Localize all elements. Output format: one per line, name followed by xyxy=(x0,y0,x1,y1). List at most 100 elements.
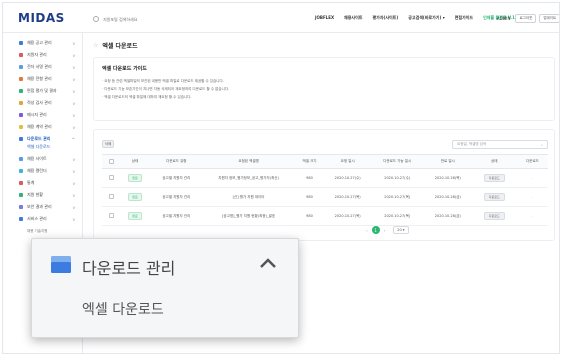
logout-button[interactable]: 로그아웃 xyxy=(515,14,537,23)
chevron-down-icon: v xyxy=(72,76,75,82)
zoom-callout: 다운로드 관리 엑셀 다운로드 xyxy=(31,238,299,338)
extra-cell: - xyxy=(531,195,534,199)
sidebar-item-label: 전자 서명 관리 xyxy=(27,64,52,69)
download-folder-icon xyxy=(51,256,71,273)
callout-submenu-item[interactable]: 엑셀 다운로드 xyxy=(82,299,164,319)
table-cell: 공고별 지원자 관리 xyxy=(149,187,204,207)
table-cell: 공고별 지원자 관리 xyxy=(149,206,204,226)
sidebar-item[interactable]: 통계 v xyxy=(19,179,79,187)
sidebar-subitem-excel-download[interactable]: 엑셀 다운로드 xyxy=(27,144,50,150)
download-button[interactable]: 다운로드 xyxy=(483,193,505,201)
table-cell: 980 xyxy=(294,187,325,207)
sidebar-item-label: 지원 현황 xyxy=(27,192,43,197)
row-checkbox[interactable] xyxy=(108,213,114,218)
chevron-down-icon: v xyxy=(72,52,75,58)
col-header-state: 상태 xyxy=(471,154,517,169)
col-header-status: 상태 xyxy=(120,154,150,169)
prev-page-button[interactable]: ‹ xyxy=(366,228,368,233)
table-row: 완료 공고별 지원자 관리 지원자 정보_평가정보_공고_평가자(최신) 980 202… xyxy=(102,168,548,188)
search-icon[interactable]: ⌕ xyxy=(541,143,543,147)
nav-item-jobflex[interactable]: JOBFLEX xyxy=(315,15,334,21)
table-cell: 2020.10.28(금) xyxy=(424,187,472,207)
next-page-button[interactable]: › xyxy=(384,228,386,233)
select-all-checkbox[interactable] xyxy=(108,158,114,164)
table-cell: 다운로드 xyxy=(471,206,517,226)
sidebar-item-label: 채용 캘린더 xyxy=(27,168,47,173)
search-icon xyxy=(93,16,99,22)
menu-icon xyxy=(19,181,23,185)
download-button[interactable]: 다운로드 xyxy=(483,212,505,220)
menu-icon xyxy=(19,89,23,93)
menu-icon xyxy=(19,157,23,161)
col-header-download: 다운로드 xyxy=(516,154,548,169)
filter-input[interactable]: 요청일, 엑셀명 검색 ⌕ xyxy=(452,140,548,149)
nav-item-interview-guide[interactable]: 면접가이드 xyxy=(455,15,473,21)
sidebar-item[interactable]: 채용 계약 관리 v xyxy=(19,123,79,131)
sidebar-item-label: 지원자 관리 xyxy=(27,52,47,57)
sidebar-item-label: 채용 계약 관리 xyxy=(27,124,52,129)
table-cell: 2020.10.28(목) xyxy=(424,168,472,188)
table-cell: 지원자 정보_평가정보_공고_평가자(최신) xyxy=(203,168,294,188)
sidebar-item[interactable]: 지원자 관리 v xyxy=(19,51,79,59)
chevron-up-icon[interactable] xyxy=(259,256,277,270)
search-input[interactable] xyxy=(103,16,203,22)
sidebar-item[interactable]: 채용 사이트 v xyxy=(19,155,79,163)
sidebar-item[interactable]: 다운로드 관리 ^ xyxy=(19,135,79,143)
table-cell: [신] 평가 지원 데이터 xyxy=(203,187,294,207)
sidebar-item-label: 서비스 관리 xyxy=(27,216,47,221)
table-cell: 980 xyxy=(294,168,325,188)
sidebar-item[interactable]: 채용 전형 관리 v xyxy=(19,75,79,83)
download-table: 상태 다운로드 유형 요청된 엑셀명 엑셀 크기 요청 일시 다운로드 가능 일… xyxy=(102,154,548,226)
table-cell: [공고명]_평가 지원 현황(최종)_발표 xyxy=(203,206,294,226)
guide-heading: 엑셀 다운로드 가이드 xyxy=(102,66,147,72)
table-cell: 다운로드 xyxy=(471,168,517,188)
guide-line: · 엑셀 다운로드의 엑셀 파일에 대하여 재요청 할 수 있습니다. xyxy=(102,95,192,99)
guide-line: · 다운로드 기능 보존기간이 지나면 자동 삭제되어 재요청하여 다운로드 할… xyxy=(102,87,230,91)
col-header-size: 엑셀 크기 xyxy=(294,154,325,169)
sidebar-footer-text: 채용 기술지원 xyxy=(27,229,48,233)
sidebar-item[interactable]: 면접 평가 및 결과 v xyxy=(19,87,79,95)
nav-item-career-site[interactable]: 채용사이트 xyxy=(344,15,362,21)
sidebar-item-label: 다운로드 관리 xyxy=(27,136,51,141)
sidebar-item[interactable]: 전자 서명 관리 v xyxy=(19,63,79,71)
search-box[interactable] xyxy=(93,13,213,25)
nav-item-evaluator-site[interactable]: 평가자(사이트) xyxy=(372,15,398,21)
status-badge: 완료 xyxy=(128,174,142,182)
chevron-down-icon: v xyxy=(72,64,75,70)
menu-icon xyxy=(19,193,23,197)
sidebar-item[interactable]: 서비스 관리 v xyxy=(19,215,79,223)
top-nav: JOBFLEX 채용사이트 평가자(사이트) 공고검색(바로가기) ▾ 면접가이… xyxy=(315,15,519,21)
table-cell: 공고별 지원자 관리 xyxy=(149,168,204,188)
sidebar-item[interactable]: 채용 공고 관리 v xyxy=(19,39,79,47)
chevron-down-icon: v xyxy=(72,180,75,186)
row-checkbox[interactable] xyxy=(108,194,114,199)
update-button[interactable]: 업데이트 xyxy=(539,14,559,23)
row-checkbox[interactable] xyxy=(108,175,114,180)
chevron-down-icon: v xyxy=(72,204,75,210)
delete-button[interactable]: 삭제 xyxy=(102,140,114,148)
nav-item-job-search[interactable]: 공고검색(바로가기) ▾ xyxy=(408,15,445,21)
sidebar-item[interactable]: 보안 결과 관리 v xyxy=(19,203,79,211)
menu-icon xyxy=(19,101,23,105)
extra-cell: - xyxy=(531,176,534,180)
top-bar: MIDAS JOBFLEX 채용사이트 평가자(사이트) 공고검색(바로가기) … xyxy=(3,3,559,33)
star-icon[interactable]: ☆ xyxy=(93,42,98,49)
status-badge: 완료 xyxy=(128,193,142,201)
menu-icon xyxy=(19,205,23,209)
callout-menu-title[interactable]: 다운로드 관리 xyxy=(82,255,175,279)
sidebar-item[interactable]: 적성 검사 관리 v xyxy=(19,99,79,107)
current-page[interactable]: 1 xyxy=(371,226,380,234)
chevron-down-icon: v xyxy=(72,88,75,94)
col-header-requested: 요청 일시 xyxy=(324,154,371,169)
page-size-select[interactable]: 20 ▾ xyxy=(393,226,409,234)
menu-icon xyxy=(19,137,23,141)
logo[interactable]: MIDAS xyxy=(18,11,65,25)
app-window: MIDAS JOBFLEX 채용사이트 평가자(사이트) 공고검색(바로가기) … xyxy=(2,2,560,354)
download-button[interactable]: 다운로드 xyxy=(483,174,505,182)
sidebar-item[interactable]: 채용 캘린더 v xyxy=(19,167,79,175)
guide-box: 엑셀 다운로드 가이드 · 요청 등 관련 엑셀파일의 보관된 내용만 엑셀 파… xyxy=(93,57,555,121)
table-cell: 완료 xyxy=(120,187,150,207)
sidebar-item[interactable]: 지원 현황 v xyxy=(19,191,79,199)
download-list-panel: 삭제 요청일, 엑셀명 검색 ⌕ 상태 다운로드 유형 요청된 엑셀명 엑셀 크… xyxy=(93,129,555,241)
sidebar-item[interactable]: 메시지 관리 v xyxy=(19,111,79,119)
